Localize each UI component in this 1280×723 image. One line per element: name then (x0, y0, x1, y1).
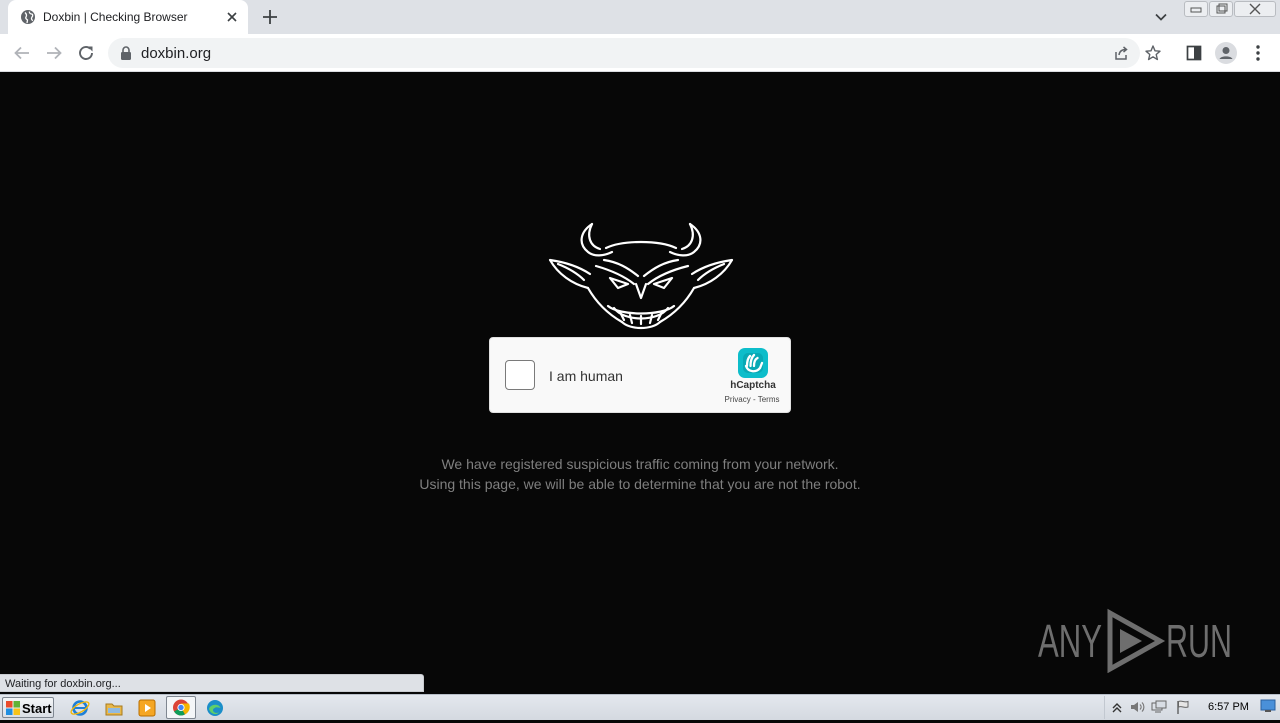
minimize-icon (1190, 7, 1202, 13)
status-bubble: Waiting for doxbin.org... (0, 674, 424, 692)
svg-text:RUN: RUN (1166, 615, 1232, 667)
chevron-down-icon[interactable] (1152, 8, 1170, 26)
browser-toolbar: doxbin.org (0, 34, 1280, 72)
checkbox-label: I am human (549, 368, 623, 384)
show-desktop-icon[interactable] (1260, 699, 1276, 713)
human-checkbox[interactable] (505, 360, 535, 390)
side-panel-icon[interactable] (1182, 41, 1206, 65)
file-explorer-icon[interactable] (104, 698, 124, 718)
restore-button[interactable] (1209, 1, 1233, 17)
globe-icon (21, 10, 35, 24)
kebab-menu-icon[interactable] (1246, 41, 1270, 65)
system-tray (1104, 696, 1280, 719)
internet-explorer-icon[interactable] (70, 698, 90, 718)
arrow-right-icon[interactable] (42, 41, 66, 65)
star-icon[interactable] (1144, 44, 1162, 62)
plus-icon[interactable] (259, 6, 281, 28)
anyrun-watermark: ANY RUN (1038, 608, 1232, 673)
link-separator: - (752, 395, 756, 404)
taskbar: Start 6:57 PM (0, 694, 1280, 720)
start-label: Start (22, 701, 52, 716)
reload-icon[interactable] (74, 41, 98, 65)
browser-tab[interactable]: Doxbin | Checking Browser (8, 0, 248, 34)
captcha-links: Privacy - Terms (710, 395, 794, 404)
clock[interactable]: 6:57 PM (1208, 701, 1249, 713)
devil-logo (548, 222, 734, 330)
url-text[interactable]: doxbin.org (141, 45, 211, 62)
volume-icon[interactable] (1129, 699, 1145, 715)
hcaptcha-widget: I am human hCaptcha Privacy - Terms (489, 337, 791, 413)
suspicious-traffic-message: We have registered suspicious traffic co… (340, 454, 940, 494)
address-bar[interactable]: doxbin.org (108, 38, 1161, 68)
edge-icon[interactable] (205, 698, 225, 718)
share-icon[interactable] (1112, 44, 1130, 62)
terms-link[interactable]: Terms (758, 395, 780, 404)
lock-icon[interactable] (120, 46, 132, 60)
tab-strip: Doxbin | Checking Browser (0, 0, 1280, 34)
hcaptcha-logo-icon (738, 348, 768, 378)
chrome-icon (173, 699, 190, 716)
page-viewport: I am human hCaptcha Privacy - Terms We h… (0, 72, 1280, 692)
chevron-up-icon[interactable] (1109, 699, 1125, 715)
close-icon[interactable] (224, 9, 240, 25)
message-line-1: We have registered suspicious traffic co… (441, 456, 839, 472)
start-button[interactable]: Start (2, 697, 54, 718)
window-close-button[interactable] (1234, 1, 1276, 17)
arrow-left-icon[interactable] (10, 41, 34, 65)
svg-text:ANY: ANY (1038, 615, 1102, 667)
media-player-icon[interactable] (137, 698, 157, 718)
network-icon[interactable] (1151, 699, 1167, 715)
privacy-link[interactable]: Privacy (725, 395, 751, 404)
close-icon (1249, 3, 1261, 15)
tab-title: Doxbin | Checking Browser (43, 10, 188, 24)
profile-icon[interactable] (1214, 41, 1238, 65)
message-line-2: Using this page, we will be able to dete… (419, 476, 861, 492)
restore-icon (1216, 3, 1228, 14)
windows-logo-icon (6, 701, 20, 715)
action-center-flag-icon[interactable] (1175, 699, 1191, 715)
minimize-button[interactable] (1184, 1, 1208, 17)
taskbar-chrome-button[interactable] (166, 696, 196, 719)
hcaptcha-brand: hCaptcha (730, 380, 776, 391)
